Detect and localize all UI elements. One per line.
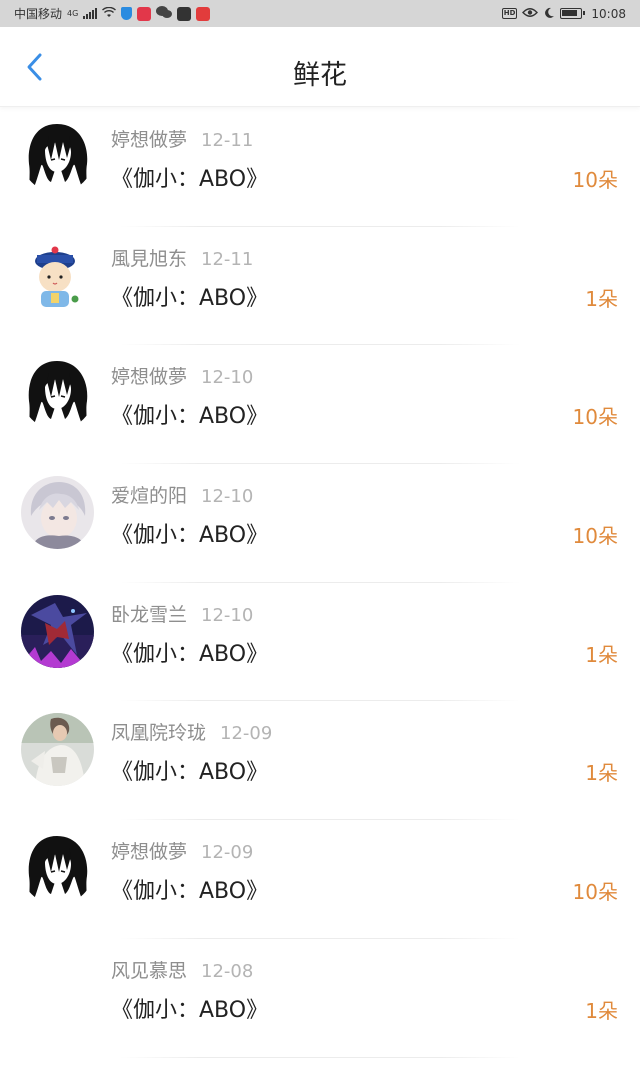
item-meta: 婷想做夢 12-11 <box>111 125 253 152</box>
black-hair-anime-avatar-icon <box>21 832 94 906</box>
flower-count: 1朵 <box>585 761 618 786</box>
list-item[interactable]: 爱煊的阳 12-10 《伽小：ABO》 10朵 <box>0 464 640 583</box>
list-item[interactable]: 风见慕思 12-08 《伽小：ABO》 1朵 <box>0 939 640 1058</box>
item-date: 12-11 <box>201 130 254 151</box>
user-name[interactable]: 婷想做夢 <box>111 366 187 388</box>
flower-count: 1朵 <box>585 286 618 311</box>
page-title: 鲜花 <box>293 60 347 91</box>
flower-count: 1朵 <box>585 642 618 667</box>
item-date: 12-10 <box>201 604 254 626</box>
item-date: 12-11 <box>201 248 254 270</box>
signal-icon <box>83 8 98 19</box>
avatar[interactable] <box>21 951 94 1024</box>
moon-icon <box>543 7 555 21</box>
clock: 10:08 <box>591 6 626 21</box>
status-bar-right: HD 10:08 <box>501 6 626 21</box>
avatar[interactable] <box>21 238 94 312</box>
avatar[interactable] <box>21 594 94 668</box>
book-title[interactable]: 《伽小：ABO》 <box>111 992 268 1024</box>
carrier-label: 中国移动 <box>14 7 63 21</box>
item-meta: 婷想做夢 12-09 <box>111 837 253 864</box>
avatar[interactable] <box>21 120 94 193</box>
item-meta: 风见慕思 12-08 <box>111 956 253 983</box>
battery-icon <box>560 8 586 19</box>
list-item[interactable]: 凤凰院玲珑 12-09 《伽小：ABO》 1朵 <box>0 701 640 821</box>
flower-count: 10朵 <box>572 168 618 192</box>
wechat-icon <box>156 6 173 21</box>
avatar[interactable] <box>21 476 94 550</box>
user-name[interactable]: 婷想做夢 <box>111 841 187 863</box>
book-title[interactable]: 《伽小：ABO》 <box>111 754 268 786</box>
item-meta: 婷想做夢 12-10 <box>111 362 253 389</box>
flower-count: 10朵 <box>572 880 618 905</box>
nav-header: 鲜花 <box>0 27 640 107</box>
item-date: 12-09 <box>220 723 273 745</box>
user-name[interactable]: 风见慕思 <box>111 960 187 982</box>
user-name[interactable]: 凤凰院玲珑 <box>111 722 206 744</box>
book-title[interactable]: 《伽小：ABO》 <box>111 280 268 312</box>
item-meta: 卧龙雪兰 12-10 <box>111 600 253 627</box>
list-item[interactable]: 卧龙雪兰 12-10 《伽小：ABO》 1朵 <box>0 583 640 702</box>
list-item[interactable]: 婷想做夢 12-09 《伽小：ABO》 10朵 <box>0 820 640 939</box>
flower-count: 1朵 <box>585 998 618 1023</box>
flower-record-list: 婷想做夢 12-11 《伽小：ABO》 10朵 風見旭东 12-11 《伽小：ABO… <box>0 108 640 1058</box>
book-title[interactable]: 《伽小：ABO》 <box>111 517 268 549</box>
avatar[interactable] <box>21 357 94 431</box>
wifi-icon <box>102 6 117 20</box>
item-date: 12-10 <box>201 486 254 508</box>
status-bar-left: 中国移动 4G <box>14 5 211 22</box>
list-item[interactable]: 風見旭东 12-11 《伽小：ABO》 1朵 <box>0 227 640 346</box>
avatar[interactable] <box>21 832 94 906</box>
item-meta: 凤凰院玲珑 12-09 <box>111 718 272 745</box>
heart-app-icon <box>137 6 152 21</box>
book-title[interactable]: 《伽小：ABO》 <box>111 398 268 430</box>
item-date: 12-08 <box>201 960 254 982</box>
book-title[interactable]: 《伽小：ABO》 <box>111 873 268 905</box>
user-name[interactable]: 爱煊的阳 <box>111 485 187 507</box>
shield-app-icon <box>121 7 133 20</box>
silver-hair-anime-avatar-icon <box>21 476 94 550</box>
list-item[interactable]: 婷想做夢 12-10 《伽小：ABO》 10朵 <box>0 345 640 465</box>
photo-portrait-avatar-icon <box>21 713 94 787</box>
item-meta: 風見旭东 12-11 <box>111 244 253 271</box>
black-hair-anime-avatar-icon <box>21 120 94 193</box>
avatar[interactable] <box>21 713 94 787</box>
item-date: 12-10 <box>201 367 254 389</box>
flower-count: 10朵 <box>572 405 618 430</box>
item-meta: 爱煊的阳 12-10 <box>111 481 253 508</box>
dark-fantasy-avatar-icon <box>21 594 94 668</box>
flower-count: 10朵 <box>572 524 618 549</box>
book-title[interactable]: 《伽小：ABO》 <box>111 636 268 668</box>
book-title[interactable]: 《伽小：ABO》 <box>111 161 268 193</box>
divider <box>120 1056 520 1058</box>
chibi-qing-official-avatar-icon <box>21 238 94 312</box>
status-bar: 中国移动 4G HD 10:08 <box>0 0 640 27</box>
user-name[interactable]: 婷想做夢 <box>111 129 187 151</box>
red-app-icon <box>196 6 211 21</box>
hd-icon: HD <box>501 8 518 19</box>
user-name[interactable]: 卧龙雪兰 <box>111 604 187 626</box>
app-icon <box>177 6 192 21</box>
network-type-icon: 4G <box>67 8 79 18</box>
black-hair-anime-avatar-icon <box>21 357 94 431</box>
user-name[interactable]: 風見旭东 <box>111 248 187 270</box>
eye-icon <box>522 7 539 20</box>
list-item[interactable]: 婷想做夢 12-11 《伽小：ABO》 10朵 <box>0 108 640 227</box>
item-date: 12-09 <box>201 842 254 864</box>
